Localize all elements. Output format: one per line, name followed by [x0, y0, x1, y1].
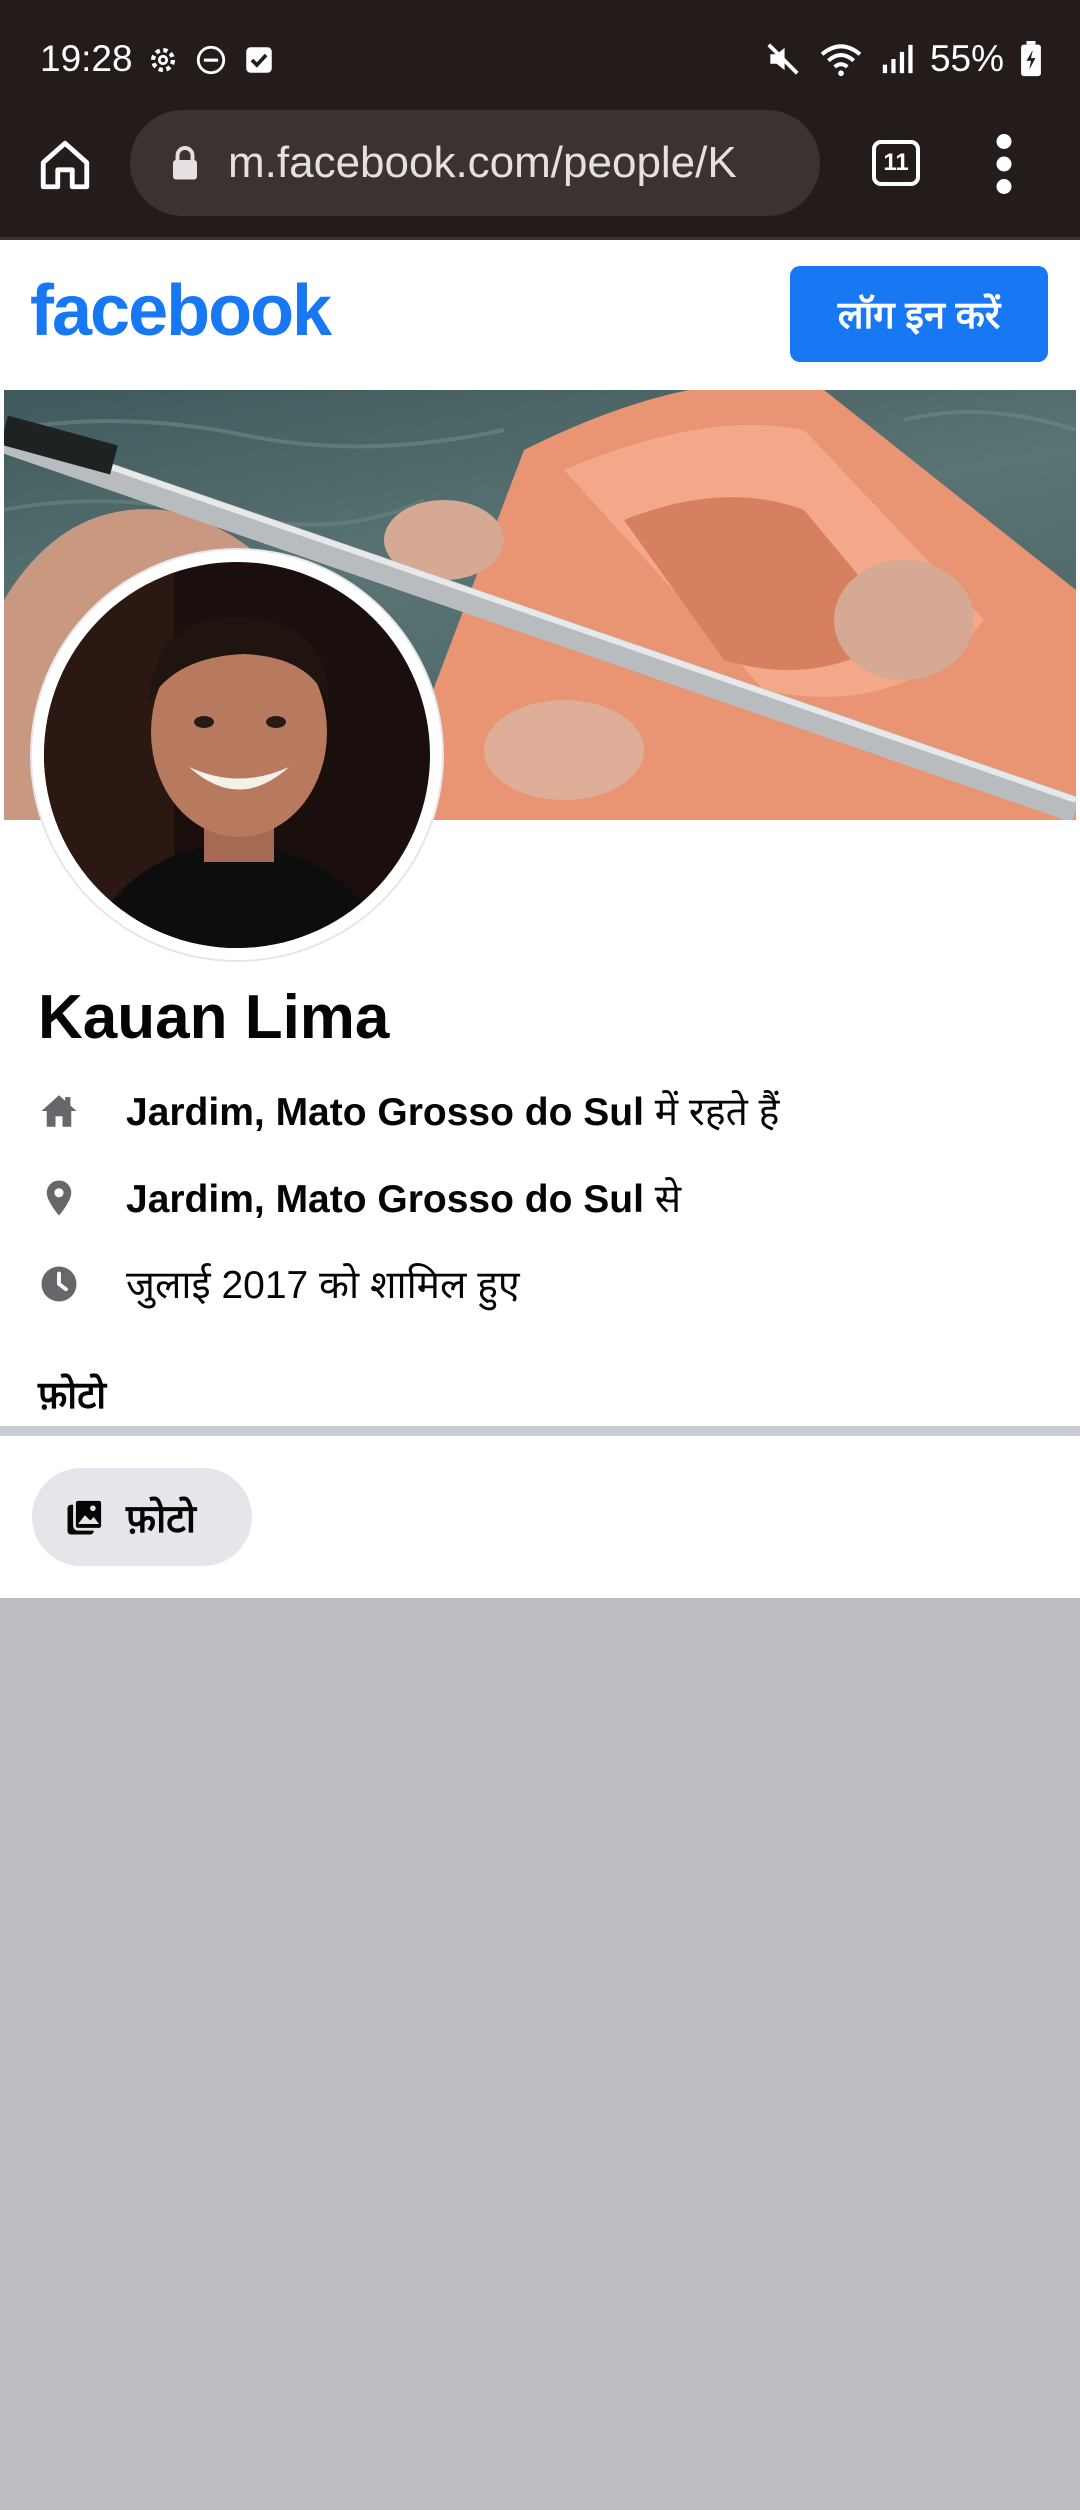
home-icon[interactable] — [36, 136, 94, 194]
clock-icon — [41, 1266, 77, 1301]
status-bar: 19:28 55% — [0, 0, 1080, 110]
from-text: Jardim, Mato Grosso do Sul से — [126, 1171, 681, 1224]
profile-name: Kauan Lima — [38, 983, 390, 1052]
lock-icon — [173, 146, 197, 180]
checkbox-notification-icon — [246, 47, 272, 73]
lives-in-suffix: में रहते हैं — [643, 1091, 780, 1134]
avatar-image — [44, 562, 430, 948]
status-notification-icons — [146, 43, 276, 77]
url-text: m.facebook.com/people/K — [228, 138, 737, 187]
browser-toolbar: m.facebook.com/people/K 11 — [0, 110, 1080, 240]
photos-button[interactable]: फ़ोटो — [32, 1468, 252, 1566]
signal-icon — [882, 44, 913, 74]
profile-picture[interactable] — [32, 550, 442, 960]
profile-avatar — [44, 562, 430, 948]
tab-switcher-button[interactable]: 11 — [872, 140, 920, 186]
settings-gear-icon — [150, 47, 176, 73]
from-row: Jardim, Mato Grosso do Sul से — [38, 1171, 681, 1224]
location-pin-icon — [46, 1180, 72, 1215]
house-icon — [41, 1094, 77, 1127]
wifi-icon — [820, 44, 862, 77]
do-not-disturb-icon — [196, 45, 226, 75]
section-divider — [0, 1426, 1080, 1436]
status-right-cluster: 55% — [764, 38, 1042, 80]
kebab-menu-icon[interactable] — [994, 134, 1014, 194]
battery-charging-icon — [1021, 41, 1041, 77]
joined-row: जुलाई 2017 को शामिल हुए — [38, 1257, 520, 1310]
facebook-header: facebook लॉग इन करें — [0, 240, 1080, 388]
photos-button-label: फ़ोटो — [126, 1497, 196, 1541]
facebook-logo[interactable]: facebook — [30, 270, 332, 352]
lives-in-row: Jardim, Mato Grosso do Sul में रहते हैं — [38, 1084, 779, 1137]
from-place[interactable]: Jardim, Mato Grosso do Sul — [126, 1178, 644, 1221]
facebook-profile-page: facebook लॉग इन करें Kauan Lima Jardim, … — [0, 240, 1080, 1598]
login-button[interactable]: लॉग इन करें — [790, 266, 1048, 362]
lives-in-place[interactable]: Jardim, Mato Grosso do Sul — [126, 1091, 644, 1134]
address-bar[interactable]: m.facebook.com/people/K — [130, 110, 820, 216]
photos-section-heading: फ़ोटो — [38, 1375, 107, 1417]
from-suffix: से — [643, 1178, 682, 1221]
mute-icon — [767, 43, 799, 75]
joined-text: जुलाई 2017 को शामिल हुए — [126, 1264, 520, 1307]
photos-icon — [67, 1498, 104, 1535]
status-time: 19:28 — [40, 38, 133, 79]
battery-percentage: 55% — [929, 38, 1004, 79]
lives-in-text: Jardim, Mato Grosso do Sul में रहते हैं — [126, 1084, 779, 1137]
